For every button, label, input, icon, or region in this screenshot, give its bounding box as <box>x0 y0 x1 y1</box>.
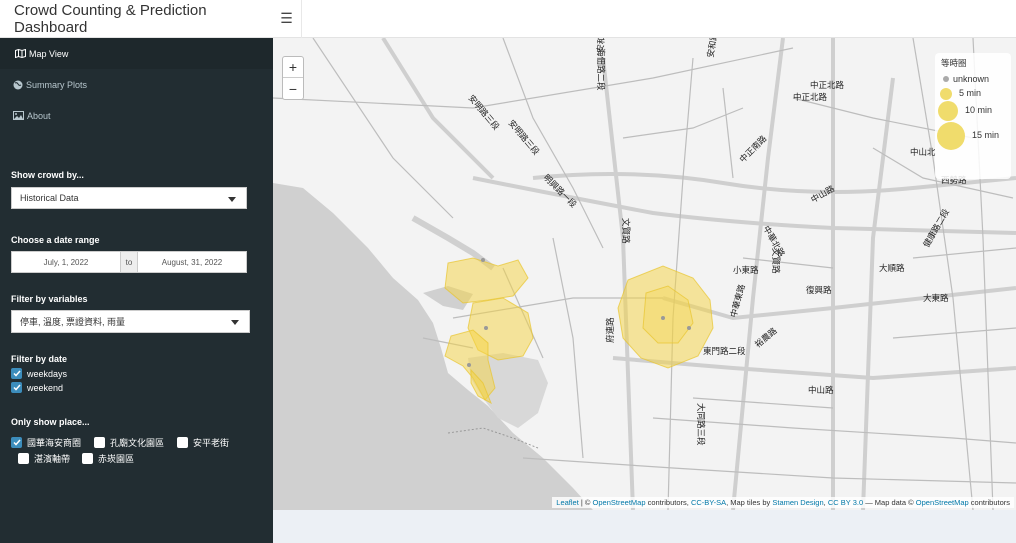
checkbox-place-confucius[interactable]: 孔廟文化園區 <box>94 436 164 449</box>
sidebar: Map View Summary Plots About Show crowd … <box>0 38 273 543</box>
road-label: 中正北路 <box>810 80 845 90</box>
legend-label: unknown <box>953 74 989 84</box>
top-header: Crowd Counting & Prediction Dashboard ☰ <box>0 0 1016 38</box>
date-range-label: Choose a date range <box>11 235 100 245</box>
road-label: 府連路 <box>605 317 615 343</box>
checkbox-weekdays[interactable]: weekdays <box>11 368 67 379</box>
end-date-field[interactable]: August, 31, 2022 <box>137 251 247 273</box>
checkbox-place-anping[interactable]: 安平老街 <box>177 436 229 449</box>
start-date-field[interactable]: July, 1, 2022 <box>11 251 121 273</box>
checkbox-label: 湛濱軸帶 <box>34 454 71 464</box>
sidebar-item-label: Map View <box>29 48 69 59</box>
checkbox-label: weekend <box>27 382 64 393</box>
hamburger-icon[interactable]: ☰ <box>272 0 302 38</box>
zoom-control: + − <box>282 56 304 100</box>
checkbox-label: 國華海安商圈 <box>27 438 82 448</box>
attribution-text: contributors <box>968 498 1010 507</box>
checkbox-place-guohua[interactable]: 國華海安商圈 <box>11 436 81 449</box>
sidebar-item-label: About <box>27 110 51 121</box>
checkbox-place-chihkan[interactable]: 赤崁園區 <box>82 452 134 465</box>
sidebar-item-map-view[interactable]: Map View <box>0 38 273 69</box>
legend-label: 15 min <box>972 130 999 140</box>
osm-link-2[interactable]: OpenStreetMap <box>916 498 969 507</box>
road-label: 大東路 <box>923 293 949 303</box>
globe-icon <box>13 80 23 89</box>
road-label: 中正北路 <box>793 92 828 102</box>
filter-date-label: Filter by date <box>11 354 68 364</box>
checkbox-label: 赤崁園區 <box>98 454 135 464</box>
cc-by-sa-link[interactable]: CC-BY-SA <box>691 498 726 507</box>
road-label: 中山路 <box>808 385 834 395</box>
road-label: 海佃路二段 <box>596 48 606 91</box>
legend-label: 5 min <box>959 88 981 98</box>
road-label: 健康路二段 <box>921 207 951 249</box>
checkbox-place-waterfront[interactable]: 湛濱軸帶 <box>18 452 70 465</box>
checkbox-label: 孔廟文化園區 <box>110 438 165 448</box>
map-icon <box>15 49 26 58</box>
legend-swatch-unknown <box>943 76 949 82</box>
road-label: 文賢路 <box>771 248 781 274</box>
checkbox-box <box>94 437 105 448</box>
sidebar-item-about[interactable]: About <box>0 100 273 131</box>
places-label: Only show place... <box>11 417 90 427</box>
road-label: 中山北 <box>910 147 936 157</box>
road-label: 文賢路 <box>621 218 631 244</box>
variables-select-value: 停車, 溫度, 票證資料, 雨量 <box>20 317 126 327</box>
road-label: 裕農路 <box>753 325 779 349</box>
map-attribution: Leaflet | © OpenStreetMap contributors , … <box>552 497 1014 508</box>
stamen-link[interactable]: Stamen Design <box>772 498 823 507</box>
checkbox-box <box>177 437 188 448</box>
road-label: 安和路三段 <box>705 38 722 58</box>
road-label: 大同路三段 <box>696 403 706 446</box>
attribution-text: , Map tiles by <box>726 498 773 507</box>
checkbox-label: weekdays <box>27 368 68 379</box>
osm-link[interactable]: OpenStreetMap <box>593 498 646 507</box>
checkbox-weekend[interactable]: weekend <box>11 382 63 393</box>
attribution-text: | © <box>578 498 593 507</box>
map-canvas: 安明路三段 安明路三段 海佃路二段 安和路三段 安和路三段 中正北路 中正北路 … <box>273 38 1016 510</box>
zoom-in-button[interactable]: + <box>283 57 303 78</box>
legend-swatch-15min <box>937 122 965 150</box>
road-label: 復興路 <box>806 285 832 295</box>
legend-swatch-5min <box>940 88 952 100</box>
isochrone-group <box>444 257 714 405</box>
check-icon <box>11 437 22 448</box>
crowd-select[interactable]: Historical Data <box>11 187 247 209</box>
legend-swatch-10min <box>938 101 958 121</box>
road-label: 安明路三段 <box>466 93 501 132</box>
attribution-text: — Map data © <box>863 498 916 507</box>
checkbox-label: 安平老街 <box>193 438 230 448</box>
check-icon <box>11 368 22 379</box>
legend-label: 10 min <box>965 105 992 115</box>
dashboard-title: Crowd Counting & Prediction Dashboard <box>14 1 207 36</box>
leaflet-link[interactable]: Leaflet <box>556 498 579 507</box>
road-label: 中正南路 <box>737 133 768 164</box>
road-label: 東門路二段 <box>703 346 746 356</box>
image-icon <box>13 111 24 120</box>
road-label: 中華東路 <box>728 283 747 319</box>
checkbox-box <box>82 453 93 464</box>
chevron-down-icon <box>231 320 239 325</box>
sidebar-item-label: Summary Plots <box>26 79 88 90</box>
date-range-input: July, 1, 2022 to August, 31, 2022 <box>11 251 247 273</box>
road-label: 大順路 <box>879 263 905 273</box>
zoom-out-button[interactable]: − <box>283 78 303 99</box>
variables-label: Filter by variables <box>11 294 88 304</box>
chevron-down-icon <box>228 197 236 202</box>
date-range-separator: to <box>121 251 137 273</box>
legend-swatches: unknown 5 min 10 min 15 min <box>937 74 999 150</box>
checkbox-box <box>18 453 29 464</box>
cc-by-link[interactable]: CC BY 3.0 <box>828 498 863 507</box>
sidebar-item-summary-plots[interactable]: Summary Plots <box>0 69 273 100</box>
crowd-select-value: Historical Data <box>20 193 79 203</box>
attribution-text: contributors, <box>645 498 691 507</box>
road-label: 小東路 <box>733 265 759 275</box>
map-view[interactable]: 安明路三段 安明路三段 海佃路二段 安和路三段 安和路三段 中正北路 中正北路 … <box>273 38 1016 510</box>
check-icon <box>11 382 22 393</box>
content-footer-area <box>273 510 1016 543</box>
map-legend: 等時圈 unknown 5 min 10 min 15 min <box>935 53 1011 179</box>
crowd-label: Show crowd by... <box>11 170 84 180</box>
variables-select[interactable]: 停車, 溫度, 票證資料, 雨量 <box>11 310 250 333</box>
